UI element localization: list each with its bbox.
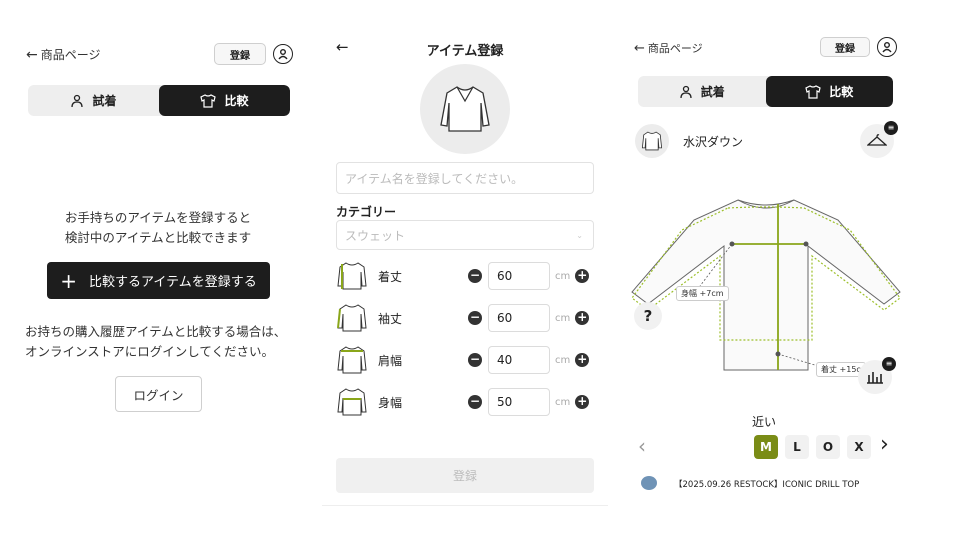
measure-row-sleeve: 袖丈 − 60 cm + (336, 302, 598, 334)
mode-tabs: 試着 比較 (638, 76, 893, 107)
submit-register-button[interactable]: 登録 (336, 458, 594, 493)
sweater-icon (440, 86, 490, 132)
back-link[interactable]: ← 商品ページ (26, 46, 101, 63)
chevron-down-icon: ⌄ (576, 230, 583, 240)
back-link[interactable]: ← 商品ページ (634, 40, 703, 56)
tab-compare-label: 比較 (224, 94, 249, 108)
register-button[interactable]: 登録 (820, 37, 870, 57)
back-label: 商品ページ (40, 48, 101, 62)
login-note-line1: お持ちの購入履歴アイテムと比較する場合は、 (25, 324, 287, 339)
measure-input[interactable]: 60 (488, 262, 550, 290)
plus-icon[interactable]: + (575, 269, 590, 283)
plus-icon: + (60, 268, 78, 293)
measure-label: 着丈 (378, 269, 403, 284)
measure-label: 袖丈 (378, 311, 403, 326)
arrow-left-icon: ← (26, 46, 38, 63)
plus-icon[interactable]: + (575, 311, 590, 325)
sleeve-diagram-icon (337, 304, 367, 332)
person-icon (680, 85, 692, 98)
item-name-input[interactable]: アイテム名を登録してください。 (336, 162, 594, 194)
tab-tryon[interactable]: 試着 (638, 76, 766, 107)
hanger-icon (867, 134, 887, 146)
size-chip-o[interactable]: O (816, 435, 840, 459)
minus-icon[interactable]: − (468, 269, 482, 283)
user-icon[interactable] (273, 44, 293, 64)
sweater-icon (641, 131, 663, 151)
size-chip-l[interactable]: L (785, 435, 809, 459)
shoulder-diagram-icon (337, 346, 367, 374)
mode-tabs: 試着 比較 (28, 85, 290, 116)
item-image[interactable] (420, 64, 510, 154)
divider (322, 505, 608, 506)
person-icon (71, 94, 84, 107)
minus-icon[interactable]: − (468, 353, 482, 367)
size-chart-badge-icon: ≡ (882, 357, 896, 371)
login-note-line2: オンラインストアにログインしてください。 (25, 344, 275, 359)
category-select[interactable]: スウェット ⌄ (336, 220, 594, 250)
register-button[interactable]: 登録 (214, 43, 266, 65)
compare-item-name: 水沢ダウン (683, 135, 744, 149)
category-label: カテゴリー (336, 205, 397, 219)
category-value: スウェット (345, 228, 406, 243)
add-compare-item-label: 比較するアイテムを登録する (89, 275, 257, 290)
garment-comparison-diagram (631, 199, 901, 371)
back-label: 商品ページ (647, 42, 703, 55)
shirt-icon (200, 93, 217, 108)
size-selector: M L O X (754, 435, 871, 459)
panel-compare-empty: ← 商品ページ 登録 試着 比較 お手持ちのアイテムを登録すると 検討中のアイテ… (0, 0, 310, 540)
hanger-badge-icon: ≡ (884, 121, 898, 135)
fit-label: 近い (752, 415, 777, 429)
login-note: お持ちの購入履歴アイテムと比較する場合は、 オンラインストアにログインしてくださ… (0, 322, 300, 362)
tab-tryon-label: 試着 (92, 94, 117, 108)
width-diagram-icon (337, 388, 367, 416)
unit-label: cm (555, 270, 571, 282)
measure-row-width: 身幅 − 50 cm + (336, 386, 598, 418)
unit-label: cm (555, 354, 571, 366)
add-compare-item-button[interactable]: + 比較するアイテムを登録する (47, 262, 270, 299)
prev-size-arrow-icon[interactable]: ‹ (638, 434, 646, 458)
arrow-left-icon: ← (634, 40, 645, 56)
measure-label: 肩幅 (378, 353, 403, 368)
minus-icon[interactable]: − (468, 311, 482, 325)
ruler-chart-icon (867, 372, 883, 384)
empty-message-line2: 検討中のアイテムと比較できます (64, 230, 252, 245)
measure-input[interactable]: 40 (488, 346, 550, 374)
width-diff-tag: 身幅 +7cm (676, 286, 729, 301)
size-chip-m[interactable]: M (754, 435, 778, 459)
size-chip-x[interactable]: X (847, 435, 871, 459)
unit-label: cm (555, 312, 571, 324)
help-button[interactable]: ? (634, 302, 662, 330)
help-icon: ? (643, 307, 653, 325)
compare-item-thumb[interactable] (635, 124, 669, 158)
page-title: アイテム登録 (426, 44, 504, 59)
product-name[interactable]: 【2025.09.26 RESTOCK】ICONIC DRILL TOP (674, 478, 859, 490)
plus-icon[interactable]: + (575, 353, 590, 367)
user-icon[interactable] (877, 37, 897, 57)
product-thumb[interactable] (641, 476, 657, 490)
next-size-arrow-icon[interactable]: › (880, 432, 889, 457)
empty-message-line1: お手持ちのアイテムを登録すると (64, 210, 252, 225)
measure-input[interactable]: 60 (488, 304, 550, 332)
tab-compare-label: 比較 (829, 85, 854, 99)
login-button[interactable]: ログイン (115, 376, 202, 412)
tab-tryon[interactable]: 試着 (28, 85, 159, 116)
tab-tryon-label: 試着 (700, 85, 725, 99)
measure-label: 身幅 (378, 395, 403, 410)
measure-row-shoulder: 肩幅 − 40 cm + (336, 344, 598, 376)
minus-icon[interactable]: − (468, 395, 482, 409)
tab-compare[interactable]: 比較 (765, 76, 893, 107)
measure-row-length: 着丈 − 60 cm + (336, 260, 598, 292)
empty-message: お手持ちのアイテムを登録すると 検討中のアイテムと比較できます (0, 208, 316, 248)
measure-input[interactable]: 50 (488, 388, 550, 416)
unit-label: cm (555, 396, 571, 408)
shirt-icon (805, 84, 821, 99)
length-diagram-icon (337, 262, 367, 290)
plus-icon[interactable]: + (575, 395, 590, 409)
tab-compare[interactable]: 比較 (159, 85, 290, 116)
